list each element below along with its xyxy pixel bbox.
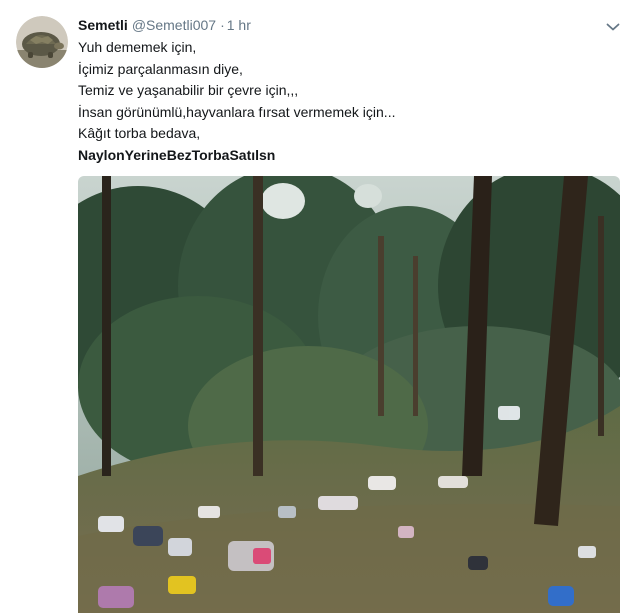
tweet-text-line: İçimiz parçalanmasın diye, (78, 60, 243, 77)
tweet-header: Semetli @Semetli007 · 1 hr (78, 16, 251, 34)
tweet-text-line: Temiz ve yaşanabilir bir çevre için,,, (78, 82, 299, 99)
avatar[interactable] (16, 16, 68, 68)
author-name[interactable]: Semetli (78, 17, 128, 33)
tweet-text: Yuh dememek için, İçimiz parçalanmasın d… (78, 37, 618, 167)
tortoise-avatar-icon (16, 16, 68, 68)
forest-photo (78, 176, 620, 613)
tweet-photo[interactable] (78, 176, 620, 613)
tweet-card: Semetli @Semetli007 · 1 hr Yuh dememek için… (0, 0, 640, 613)
dot-separator: · (220, 17, 225, 33)
hashtag-link[interactable]: NaylonYerineBezTorbaSatılsn (78, 145, 618, 167)
tweet-text-line: Kâğıt torba bedava, (78, 125, 201, 142)
tweet-text-line: Yuh dememek için, (78, 39, 197, 55)
timestamp[interactable]: 1 hr (227, 17, 251, 33)
chevron-down-icon (606, 23, 620, 31)
tweet-text-line: İnsan görünümlü,hayvanlara fırsat vermem… (78, 103, 396, 120)
tweet-menu-button[interactable] (604, 18, 622, 36)
author-handle[interactable]: @Semetli007 (132, 17, 216, 33)
